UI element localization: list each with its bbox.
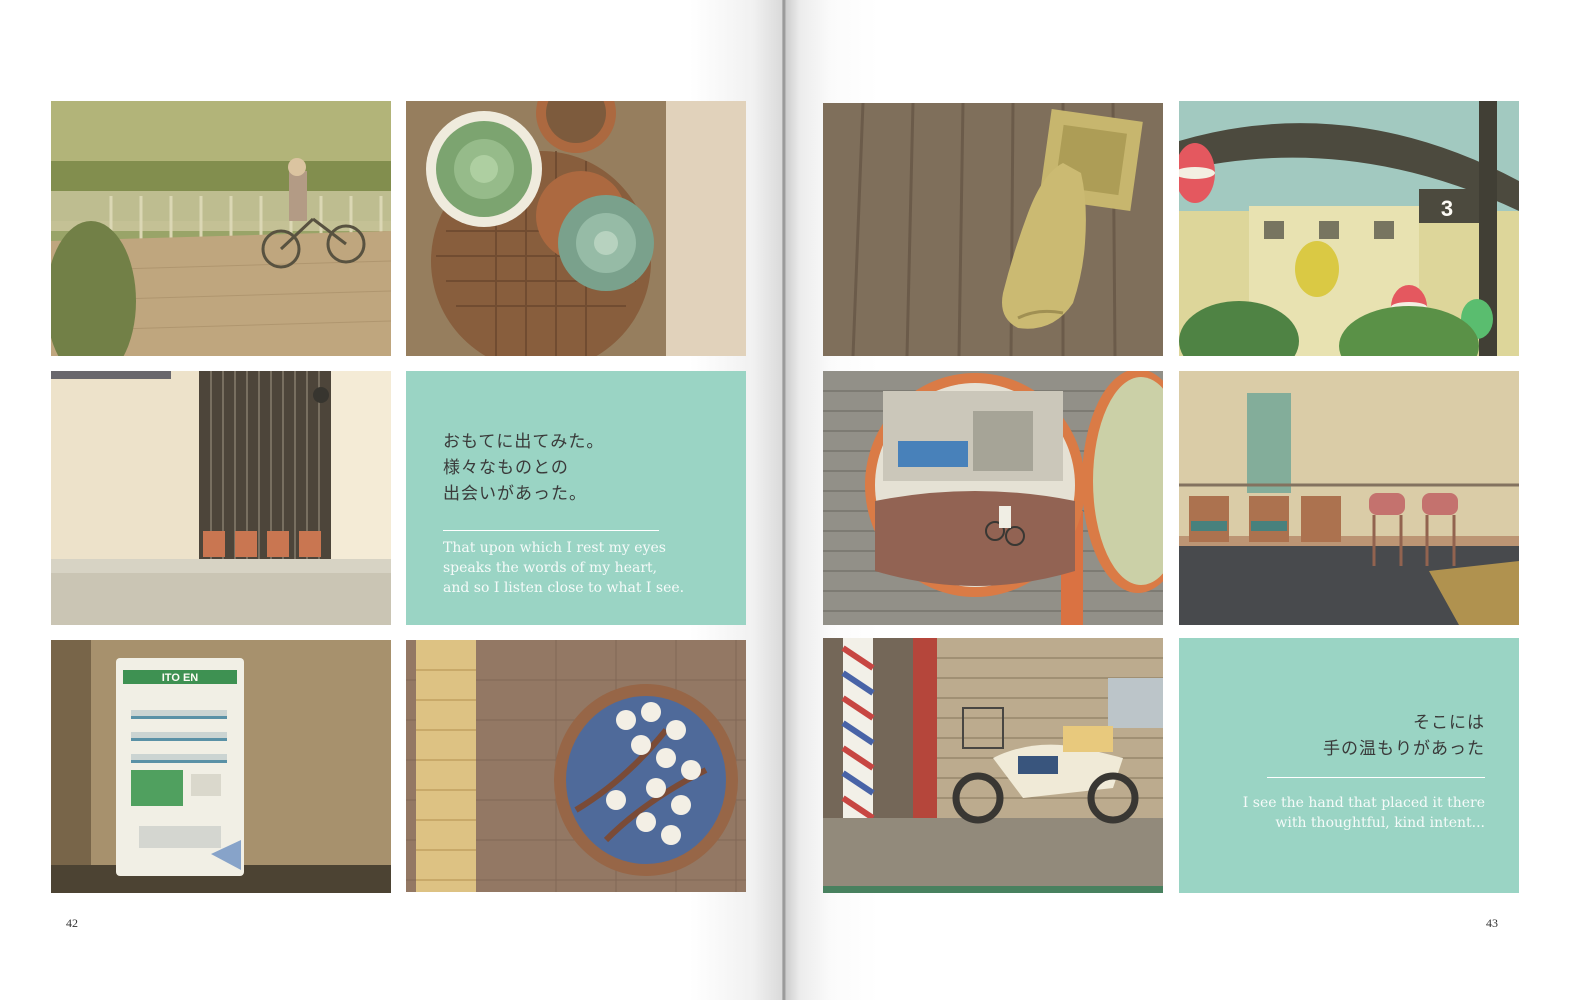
magazine-spread: おもてに出てみた。 様々なものとの 出会いがあった。 That upon whi… [0,0,1576,1000]
photo-traffic-mirror [823,371,1163,625]
quote-en-text: I see the hand that placed it there with… [1243,793,1485,833]
quote-jp-line: 様々なものとの [443,458,569,478]
quote-jp-text: そこには 手の温もりがあった [1323,710,1485,762]
quote-divider [443,530,659,531]
photo-succulents [406,101,746,356]
photo-wall-gate [51,371,391,625]
photo-barber-scooter [823,638,1163,893]
quote-jp-line: 手の温もりがあった [1323,739,1485,759]
quote-tile-left: おもてに出てみた。 様々なものとの 出会いがあった。 That upon whi… [406,371,746,625]
quote-en-text: That upon which I rest my eyes speaks th… [443,538,684,598]
quote-jp-line: おもてに出てみた。 [443,432,605,452]
photo-vending-machine: ITO EN [51,640,391,893]
photo-manhole-cover [406,640,746,892]
photo-waiting-chairs [1179,371,1519,625]
right-page: 3 そこには 手の温もりがあった I see the hand that pla… [784,0,1576,1000]
quote-divider [1267,777,1485,778]
quote-en-line: That upon which I rest my eyes [443,540,666,556]
quote-jp-line: 出会いがあった。 [443,484,587,504]
quote-tile-right: そこには 手の温もりがあった I see the hand that place… [1179,638,1519,893]
quote-jp-line: そこには [1413,713,1485,733]
page-number-right: 43 [1486,916,1498,930]
photo-cyclist-path [51,101,391,356]
quote-en-line: I see the hand that placed it there [1242,795,1485,811]
photo-door-knocker [823,103,1163,356]
photo-station-lanterns: 3 [1179,101,1519,356]
quote-en-line: and so I listen close to what I see. [443,580,685,596]
quote-en-line: speaks the words of my heart, [443,560,658,576]
quote-jp-text: おもてに出てみた。 様々なものとの 出会いがあった。 [443,429,604,507]
quote-en-line: with thoughtful, kind intent... [1275,815,1485,831]
page-number-left: 42 [66,916,78,930]
left-page: おもてに出てみた。 様々なものとの 出会いがあった。 That upon whi… [0,0,784,1000]
spine-gutter [782,0,786,1000]
